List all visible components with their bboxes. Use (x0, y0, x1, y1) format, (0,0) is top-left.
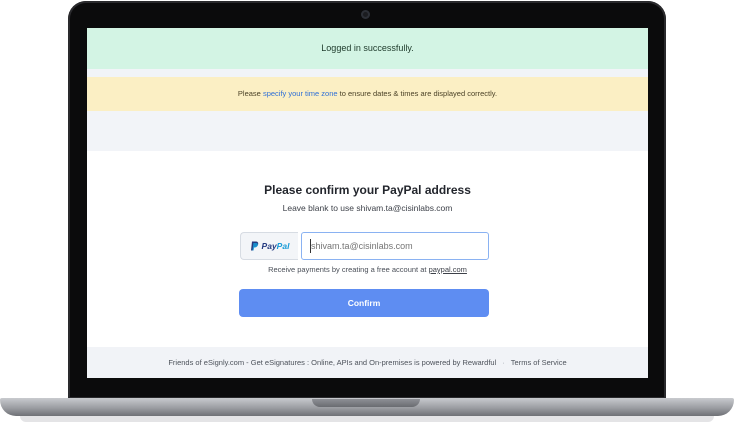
page-footer: Friends of eSignly.com - Get eSignatures… (87, 347, 648, 378)
helper-text: Receive payments by creating a free acco… (87, 265, 648, 274)
page-title: Please confirm your PayPal address (264, 183, 471, 197)
warning-prefix: Please (237, 89, 263, 98)
laptop-frame: Logged in successfully. Please specify y… (0, 0, 734, 425)
text-caret (310, 239, 311, 253)
page-header-band (87, 111, 648, 151)
footer-text: Friends of eSignly.com - Get eSignatures… (168, 358, 497, 367)
browser-viewport: Logged in successfully. Please specify y… (87, 28, 648, 378)
success-alert-text: Logged in successfully. (321, 43, 414, 53)
laptop-shadow (20, 416, 714, 422)
paypal-wordmark-pal: Pal (276, 241, 290, 251)
paypal-icon (250, 241, 258, 251)
timezone-warning-alert: Please specify your time zone to ensure … (87, 77, 648, 111)
page-subtitle: Leave blank to use shivam.ta@cisinlabs.c… (282, 203, 453, 213)
alert-divider (87, 69, 648, 77)
specify-timezone-link[interactable]: specify your time zone (263, 89, 338, 98)
helper-prefix: Receive payments by creating a free acco… (268, 265, 429, 274)
success-alert: Logged in successfully. (87, 28, 648, 69)
warning-suffix: to ensure dates & times are displayed co… (337, 89, 498, 98)
paypal-badge: PayPal (240, 232, 298, 260)
confirm-button[interactable]: Confirm (239, 289, 489, 317)
paypal-wordmark: PayPal (262, 241, 290, 251)
webcam (361, 10, 370, 19)
terms-of-service-link[interactable]: Terms of Service (511, 358, 567, 367)
paypal-wordmark-pay: Pay (261, 241, 277, 251)
laptop-base-notch (312, 399, 420, 407)
footer-separator: · (502, 358, 505, 367)
paypal-link[interactable]: paypal.com (429, 265, 467, 274)
paypal-email-input[interactable] (301, 232, 489, 260)
